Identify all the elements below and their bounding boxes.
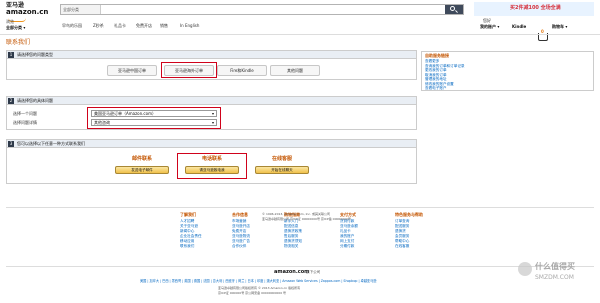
step-number: 2 bbox=[8, 98, 14, 104]
start-chat-button[interactable]: 开始在线聊天 bbox=[255, 166, 309, 174]
footer-heading: 特色服务与帮助 bbox=[395, 212, 423, 217]
step-number: 1 bbox=[8, 52, 14, 58]
section-header: 1 请选择您的问题类型 bbox=[7, 51, 416, 59]
contact-email: 邮件联系 发送电子邮件 bbox=[107, 152, 177, 179]
highlight-box bbox=[177, 153, 247, 179]
nav-item[interactable]: Z秒杀 bbox=[93, 24, 104, 28]
nav-row: 浏览 全部分类 ▾ 早鸟的乐园 Z秒杀 礼品卡 免费开店 销售 In Engli… bbox=[0, 16, 600, 41]
search-category-select[interactable]: 全部分类 bbox=[61, 5, 101, 14]
contact-title: 在线客服 bbox=[271, 156, 292, 162]
nav-item[interactable]: 早鸟的乐园 bbox=[62, 24, 82, 28]
option-china-order[interactable]: 亚马逊中国订单 bbox=[107, 65, 157, 76]
nav-item[interactable]: 销售 bbox=[160, 24, 168, 28]
footer-link[interactable]: 在线客服 bbox=[395, 244, 409, 249]
footer-heading: 了解我们 bbox=[180, 212, 196, 217]
section-header: 3 您可以选择以下任意一种方式联系我们 bbox=[7, 140, 416, 148]
category-button[interactable]: 全部分类 ▾ bbox=[6, 26, 25, 30]
section-header: 2 请选择您的具体问题 bbox=[7, 97, 416, 105]
footer-link[interactable]: 联系我们 bbox=[180, 244, 194, 249]
section-label: 请选择您的具体问题 bbox=[17, 98, 53, 103]
section-label: 请选择您的问题类型 bbox=[17, 52, 53, 57]
search-icon bbox=[450, 6, 455, 11]
contact-chat: 在线客服 开始在线聊天 bbox=[247, 152, 317, 179]
search-button[interactable] bbox=[445, 5, 463, 14]
highlight-box bbox=[161, 62, 217, 78]
detail-label: 选择问题详情 bbox=[13, 120, 37, 125]
promo-text: 买2件减100 全场全满 bbox=[510, 5, 561, 11]
account-menu[interactable]: 我的账户 ▾ bbox=[480, 25, 499, 29]
cart-link[interactable]: 购物车 ▾ bbox=[552, 25, 567, 29]
greeting: 您好 bbox=[483, 18, 491, 23]
section-label: 您可以选择以下任意一种方式联系我们 bbox=[17, 141, 85, 146]
option-other[interactable]: 其他问题 bbox=[270, 65, 320, 76]
global-sites-links[interactable]: 美国 | 加拿大 | 巴西 | 墨西哥 | 英国 | 德国 | 法国 | 意大利… bbox=[140, 279, 376, 283]
amazon-logo[interactable]: amazon.cn bbox=[6, 9, 48, 16]
contact-title: 邮件联系 bbox=[131, 156, 152, 162]
footer-divider bbox=[6, 266, 594, 267]
send-email-button[interactable]: 发送电子邮件 bbox=[115, 166, 169, 174]
footer-link[interactable]: 物流相关 bbox=[284, 244, 298, 249]
copyright: © 1996-2013, Amazon.com, Inc. 或其关联公司 bbox=[262, 212, 330, 216]
self-service-sidebar: 自助服务链接 查看更多 查询我的订单和订单记录 更改我的订单 取消我的订单 管理… bbox=[421, 51, 594, 91]
sidebar-title: 自助服务链接 bbox=[425, 53, 449, 58]
footer-heading: 合作信息 bbox=[232, 212, 248, 217]
section-contact-method: 3 您可以选择以下任意一种方式联系我们 邮件联系 发送电子邮件 电话联系 请亚马… bbox=[6, 139, 417, 184]
amazon-com-logo[interactable]: amazon.com bbox=[274, 270, 309, 275]
amazon-com-sub: 旗下公司 bbox=[306, 270, 321, 274]
search-bar: 全部分类 bbox=[60, 4, 464, 15]
nav-item[interactable]: 礼品卡 bbox=[114, 24, 126, 28]
watermark-domain: SMZDM.COM bbox=[535, 274, 574, 281]
section-issue-type: 1 请选择您的问题类型 亚马逊中国订单 亚马逊海外订单 Fire和Kindle … bbox=[6, 50, 417, 80]
highlight-box bbox=[87, 107, 221, 129]
page-title: 联系我们 bbox=[6, 39, 31, 46]
icp-text: 亚马逊卓越有限公司 京ICP证 00000000号 京ICP备 00000000… bbox=[262, 217, 351, 221]
bottom-text: 亚马逊卓越有限公司版权所有 © 2013 Amazon.cn 版权所有 bbox=[218, 286, 301, 290]
watermark-text: 什么值得买 bbox=[535, 262, 575, 271]
category-sub: 浏览 bbox=[6, 19, 14, 24]
nav-item[interactable]: In English bbox=[180, 24, 199, 28]
option-fire-kindle[interactable]: Fire和Kindle bbox=[217, 65, 267, 76]
header-divider bbox=[0, 34, 600, 35]
section-specific-issue: 2 请选择您的具体问题 选择一个问题 美国亚马逊订单（Amazon.com） 选… bbox=[6, 96, 417, 130]
search-input[interactable] bbox=[103, 5, 443, 14]
watermark-icon bbox=[518, 262, 532, 276]
nav-item[interactable]: 免费开店 bbox=[136, 24, 152, 28]
footer-link[interactable]: 分期付款 bbox=[340, 244, 354, 249]
footer-divider bbox=[6, 207, 594, 208]
sidebar-link[interactable]: 查看电子账户 bbox=[425, 86, 447, 91]
step-number: 3 bbox=[8, 141, 14, 147]
bottom-text: 京ICP证 000000号 京公网安备 00000000000 号 bbox=[218, 291, 287, 295]
issue-label: 选择一个问题 bbox=[13, 111, 37, 116]
kindle-link[interactable]: Kindle bbox=[512, 25, 526, 29]
footer-link[interactable]: 合作伙伴 bbox=[232, 244, 246, 249]
